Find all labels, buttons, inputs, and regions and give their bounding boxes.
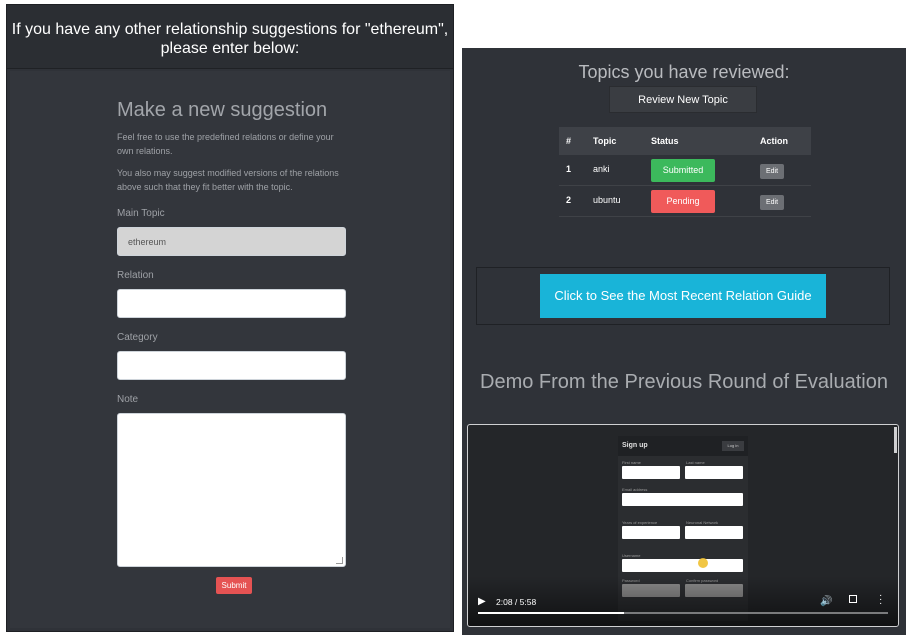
form-help-2: You also may suggest modified versions o… xyxy=(117,168,339,192)
table-header: # Topic Status Action xyxy=(559,127,811,155)
video-form-field xyxy=(622,526,680,539)
note-label: Note xyxy=(117,394,139,405)
video-form-title: Sign up xyxy=(622,442,648,449)
fullscreen-icon[interactable] xyxy=(849,595,857,603)
header-num: # xyxy=(566,136,572,146)
video-form-label: Years of experience xyxy=(622,520,658,525)
suggestion-panel: If you have any other relationship sugge… xyxy=(6,4,454,632)
row-topic: anki xyxy=(593,164,610,174)
reviewed-table: # Topic Status Action 1 anki Submitted E… xyxy=(559,127,811,217)
video-form-label: Email address xyxy=(622,487,648,492)
more-options-icon[interactable]: · · · xyxy=(879,591,882,609)
video-progress-fill xyxy=(478,612,625,614)
video-form-field xyxy=(685,526,743,539)
video-progress-bar[interactable] xyxy=(478,612,888,614)
header-topic: Topic xyxy=(593,136,617,146)
play-icon[interactable]: ▶ xyxy=(478,596,486,607)
note-textarea[interactable] xyxy=(117,413,346,567)
category-label: Category xyxy=(117,332,158,343)
status-badge: Submitted xyxy=(651,159,715,182)
table-row: 1 anki Submitted Edit xyxy=(559,155,811,186)
video-form-field xyxy=(622,559,743,572)
review-panel: Topics you have reviewed: Review New Top… xyxy=(462,48,906,635)
suggestion-header: If you have any other relationship sugge… xyxy=(7,5,453,69)
edit-button[interactable]: Edit xyxy=(760,164,784,179)
video-form-field xyxy=(622,493,743,506)
video-form-label: Neuronal Network xyxy=(686,520,719,525)
form-title: Make a new suggestion xyxy=(117,99,328,121)
demo-video-player[interactable]: Sign up Log in First name Last name Emai… xyxy=(467,424,899,627)
resize-handle-icon[interactable] xyxy=(336,557,343,564)
video-time: 2:08 / 5:58 xyxy=(496,597,537,607)
table-row: 2 ubuntu Pending Edit xyxy=(559,186,811,217)
submit-button[interactable]: Submit xyxy=(216,577,252,594)
status-badge: Pending xyxy=(651,190,715,213)
relation-guide-button[interactable]: Click to See the Most Recent Relation Gu… xyxy=(540,274,826,318)
main-topic-field: ethereum xyxy=(117,227,346,256)
main-topic-label: Main Topic xyxy=(117,208,165,219)
suggestion-form-container: Make a new suggestion Feel free to use t… xyxy=(10,71,450,628)
header-status: Status xyxy=(651,136,679,146)
category-input[interactable] xyxy=(117,351,346,380)
form-help-1: Feel free to use the predefined relation… xyxy=(117,132,334,156)
review-new-topic-button[interactable]: Review New Topic xyxy=(609,86,757,113)
video-cursor-highlight xyxy=(698,558,708,568)
video-form-label: First name xyxy=(622,460,641,465)
suggestion-form: Make a new suggestion Feel free to use t… xyxy=(117,99,347,567)
demo-title: Demo From the Previous Round of Evaluati… xyxy=(480,371,888,393)
edit-button[interactable]: Edit xyxy=(760,195,784,210)
video-form-login: Log in xyxy=(722,441,744,451)
video-controls: ▶ 2:08 / 5:58 🔊 · · · xyxy=(468,576,898,626)
reviewed-title: Topics you have reviewed: xyxy=(578,62,790,82)
row-num: 1 xyxy=(566,164,572,174)
relation-input[interactable] xyxy=(117,289,346,318)
relation-label: Relation xyxy=(117,270,154,281)
video-form-label: Username xyxy=(622,553,641,558)
volume-icon[interactable]: 🔊 xyxy=(820,596,832,607)
row-num: 2 xyxy=(566,195,572,205)
header-action: Action xyxy=(760,136,788,146)
video-form-field xyxy=(685,466,743,479)
video-form-label: Last name xyxy=(686,460,705,465)
video-form-field xyxy=(622,466,680,479)
video-scrollbar xyxy=(894,427,897,453)
row-topic: ubuntu xyxy=(593,195,621,205)
